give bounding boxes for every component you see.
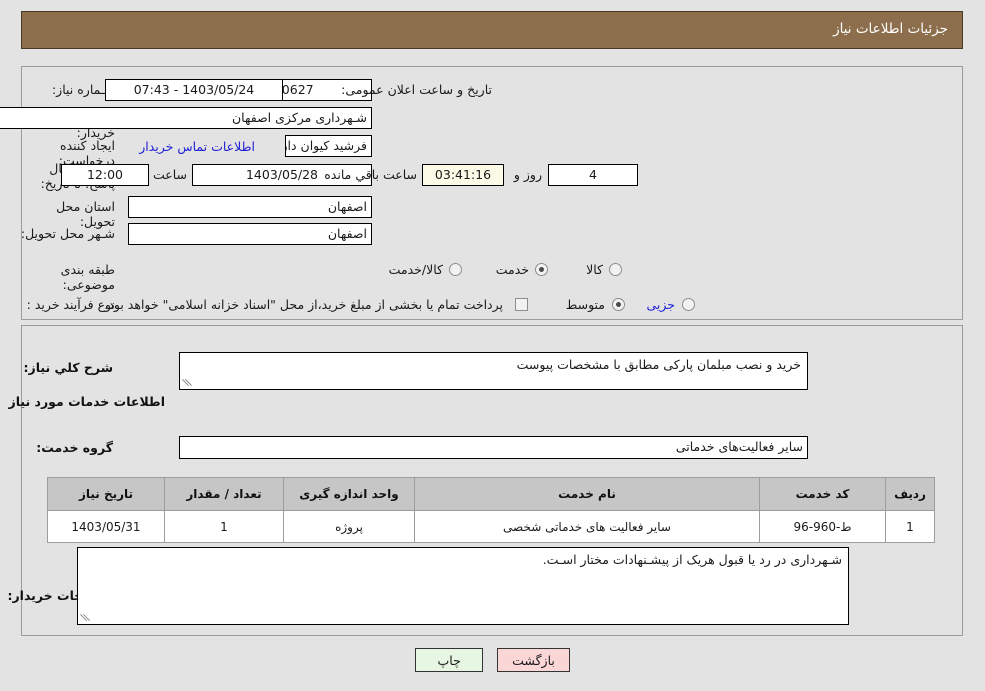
field-days-left[interactable]: 4: [548, 164, 638, 186]
field-service-group[interactable]: سایر فعالیت‌های خدماتی: [179, 436, 808, 459]
label-category: طبقه بندی موضوعی:: [60, 262, 115, 292]
radio-category-2-label: کالا/خدمت: [388, 262, 443, 277]
footer-buttons: بازگشت چاپ: [0, 648, 985, 672]
cell-unit: پروژه: [283, 510, 415, 543]
label-public-announce: تاریخ و ساعت اعلان عمومی:: [341, 82, 492, 97]
services-table: ردیف کد خدمت نام خدمت واحد اندازه گیری ت…: [47, 477, 935, 543]
label-need-description: شرح کلي نیاز:: [23, 360, 113, 375]
label-province: استان محل تحویل:: [56, 199, 115, 229]
radio-category-0[interactable]: [609, 263, 622, 276]
field-public-announce[interactable]: 1403/05/24 - 07:43: [105, 79, 283, 101]
label-hour: ساعت: [152, 167, 187, 182]
treasury-bond-checkbox[interactable]: [515, 298, 528, 311]
radio-category-1-label: خدمت: [495, 262, 529, 277]
cell-radif: 1: [885, 510, 935, 543]
need-summary-panel: [21, 66, 963, 320]
th-unit: واحد اندازه گیری: [283, 477, 415, 511]
cell-code: ط-960-96: [759, 510, 886, 543]
buyer-contact-link[interactable]: اطلاعات تماس خریدار: [139, 139, 255, 154]
radio-category-1[interactable]: [535, 263, 548, 276]
radio-purchase-1[interactable]: [612, 298, 625, 311]
label-city: شـهر محل تحویل:: [20, 226, 115, 241]
services-section-heading: اطلاعات خدمات مورد نیاز: [8, 394, 166, 409]
table-header-row: ردیف کد خدمت نام خدمت واحد اندازه گیری ت…: [47, 477, 935, 511]
field-city[interactable]: اصفهان: [128, 223, 372, 245]
label-need-number: شـماره نیاز:: [51, 82, 115, 97]
page-title: جزئیات اطلاعات نیاز: [833, 21, 948, 37]
label-days-and: روز و: [513, 167, 542, 182]
cell-date: 1403/05/31: [47, 510, 165, 543]
radio-purchase-0-label: جزیی: [646, 297, 675, 312]
label-remaining: ساعت باقي مانده: [324, 167, 417, 182]
label-service-group: گروه خدمت:: [36, 440, 113, 455]
label-purchase-type: نوع فرآیند خرید :: [26, 297, 115, 312]
field-requester[interactable]: فرشید کیوان داریان کارپرداز منطقه 9 شـهر…: [285, 135, 372, 157]
radio-purchase-0[interactable]: [682, 298, 695, 311]
treasury-bond-note: پرداخت تمام یا بخشی از مبلغ خرید،از محل …: [104, 297, 503, 312]
field-buyer-org[interactable]: شـهرداری مرکزی اصفهان: [0, 107, 372, 129]
th-name: نام خدمت: [414, 477, 760, 511]
radio-category-0-label: کالا: [586, 262, 603, 277]
th-code: کد خدمت: [759, 477, 886, 511]
field-province[interactable]: اصفهان: [128, 196, 372, 218]
need-description-textarea[interactable]: خرید و نصب مبلمان پارکی مطابق با مشخصات …: [179, 352, 808, 390]
radio-purchase-1-label: متوسط: [565, 297, 605, 312]
th-qty: تعداد / مقدار: [164, 477, 284, 511]
th-radif: ردیف: [885, 477, 935, 511]
page-title-bar: جزئیات اطلاعات نیاز: [21, 11, 963, 49]
field-time-left: 03:41:16: [422, 164, 504, 186]
cell-qty: 1: [164, 510, 284, 543]
th-date: تاریخ نیاز: [47, 477, 165, 511]
cell-name: سایر فعالیت های خدماتی شخصی: [414, 510, 760, 543]
table-row[interactable]: 1 ط-960-96 سایر فعالیت های خدماتی شخصی پ…: [47, 510, 935, 543]
radio-category-2[interactable]: [449, 263, 462, 276]
field-deadline-hour[interactable]: 12:00: [61, 164, 149, 186]
back-button[interactable]: بازگشت: [497, 648, 570, 672]
buyer-notes-textarea[interactable]: شـهرداری در رد یا قبول هریک از پیشـنهادا…: [77, 547, 849, 625]
print-button[interactable]: چاپ: [415, 648, 484, 672]
